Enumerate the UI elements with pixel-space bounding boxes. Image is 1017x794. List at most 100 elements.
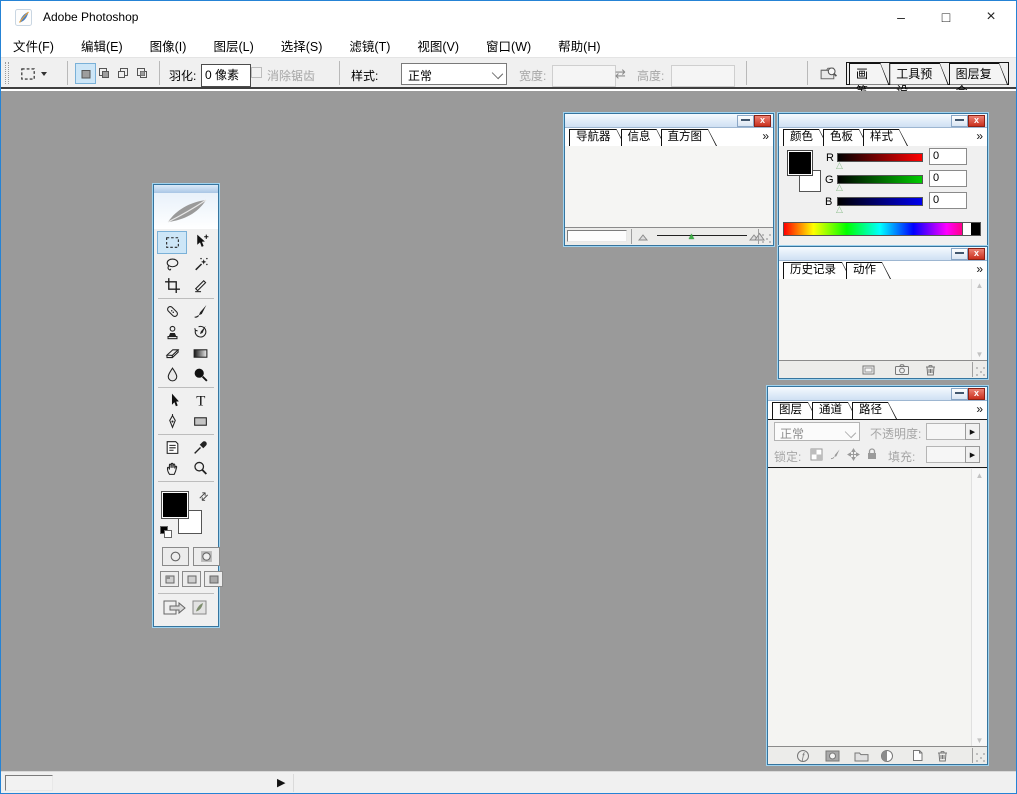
tool-magic-wand[interactable] [186,254,214,275]
new-layer-icon[interactable] [911,749,924,762]
tab-info[interactable]: 信息 [621,129,666,146]
lock-position-move-icon[interactable] [847,448,860,461]
tool-shape-rect[interactable] [186,411,214,432]
resize-grip[interactable] [975,752,985,762]
edit-in-imageready-button[interactable] [162,597,207,617]
tab-navigator[interactable]: 导航器 [569,129,626,146]
delete-trash-icon[interactable] [924,363,937,376]
scroll-down-icon[interactable]: ▼ [972,350,987,359]
lock-transparency-icon[interactable] [810,448,823,461]
red-slider-thumb[interactable]: △ [836,161,843,170]
navigator-title-bar[interactable]: x [565,114,773,128]
history-scrollbar[interactable]: ▲ ▼ [971,279,987,361]
green-slider-thumb[interactable]: △ [836,183,843,192]
title-bar[interactable]: Adobe Photoshop – □ × [1,1,1016,33]
status-zoom-input[interactable] [5,775,53,791]
tool-path-select[interactable] [158,390,186,411]
palette-menu-icon[interactable]: » [976,129,982,143]
menu-edit[interactable]: 编辑(E) [81,36,123,55]
palette-menu-icon[interactable]: » [762,129,768,143]
layers-title-bar[interactable]: x [768,387,987,401]
well-tab-tool-presets[interactable]: 工具预设 [889,63,948,85]
add-layer-mask-icon[interactable] [825,750,840,762]
color-title-bar[interactable]: x [779,114,987,128]
swap-colors-icon[interactable]: ⇄ [196,489,212,505]
layers-scrollbar[interactable]: ▲ ▼ [971,469,987,747]
well-tab-layer-comps[interactable]: 图层复合 [949,63,1008,85]
tool-zoom[interactable] [186,458,214,479]
selection-mode-new-button[interactable] [75,63,96,84]
menu-view[interactable]: 视图(V) [417,36,459,55]
width-input[interactable] [552,65,616,87]
swap-width-height-icon[interactable]: ⇄ [615,66,626,82]
palette-minimize-button[interactable] [737,115,754,127]
tab-layers[interactable]: 图层 [772,402,817,419]
tab-swatches[interactable]: 色板 [823,129,868,146]
style-select[interactable]: 正常 [401,63,507,85]
layer-style-icon[interactable]: ƒ [796,749,810,763]
tool-clone-stamp[interactable] [158,322,186,343]
fill-input[interactable] [926,446,968,463]
scroll-down-icon[interactable]: ▼ [972,736,987,745]
tool-hand[interactable] [158,458,186,479]
tool-notes[interactable] [158,437,186,458]
toolbox-logo-button[interactable] [154,193,218,229]
tool-type[interactable]: T [186,390,214,411]
active-tool-button[interactable] [19,63,57,84]
well-tab-brushes[interactable]: 画笔 [849,63,889,85]
new-adjustment-layer-icon[interactable] [880,749,894,763]
tab-color[interactable]: 颜色 [783,129,828,146]
antialias-checkbox[interactable] [251,67,262,78]
height-input[interactable] [671,65,735,87]
selection-mode-add-button[interactable] [94,63,113,82]
palette-close-button[interactable]: x [754,115,771,127]
selection-mode-subtract-button[interactable] [113,63,132,82]
quickmask-mode-button[interactable] [193,547,220,566]
blend-mode-select[interactable]: 正常 [774,422,860,441]
tab-paths[interactable]: 路径 [852,402,897,419]
tab-histogram[interactable]: 直方图 [661,129,718,146]
menu-select[interactable]: 选择(S) [281,36,323,55]
resize-grip[interactable] [975,366,985,376]
green-slider-track[interactable] [837,175,923,184]
lock-pixels-brush-icon[interactable] [829,448,842,461]
palette-close-button[interactable]: x [968,388,985,400]
zoom-slider-track[interactable] [657,235,747,236]
tool-rect-marquee[interactable] [157,231,187,254]
blue-slider-track[interactable] [837,197,923,206]
tab-history[interactable]: 历史记录 [783,262,851,279]
tool-move[interactable] [187,231,215,252]
tool-crop[interactable] [158,275,186,296]
new-snapshot-camera-icon[interactable] [894,363,910,376]
tab-actions[interactable]: 动作 [846,262,891,279]
palette-minimize-button[interactable] [951,388,968,400]
standard-screen-button[interactable] [160,571,179,587]
tool-gradient[interactable] [186,343,214,364]
palette-close-button[interactable]: x [968,115,985,127]
foreground-color-swatch[interactable] [788,151,812,175]
zoom-slider-thumb[interactable]: ▲ [687,232,696,241]
maximize-button[interactable]: □ [923,1,969,32]
blue-value-input[interactable]: 0 [929,192,967,209]
fullscreen-button[interactable] [204,571,223,587]
menu-layer[interactable]: 图层(L) [213,36,253,55]
file-browser-button[interactable] [815,61,841,86]
close-button[interactable]: × [968,1,1014,32]
delete-trash-icon[interactable] [936,749,949,762]
minimize-button[interactable]: – [878,1,924,32]
lock-all-icon[interactable] [866,447,878,461]
red-slider-track[interactable] [837,153,923,162]
foreground-color-swatch[interactable] [162,492,188,518]
new-group-folder-icon[interactable] [854,750,869,762]
status-menu-arrow-icon[interactable]: ▶ [277,776,285,789]
navigator-zoom-input[interactable] [567,230,627,242]
menu-filter[interactable]: 滤镜(T) [349,36,390,55]
opacity-input[interactable] [926,423,968,440]
scroll-up-icon[interactable]: ▲ [972,471,987,480]
tool-healing-brush[interactable] [158,301,186,322]
history-title-bar[interactable]: x [779,247,987,261]
tab-channels[interactable]: 通道 [812,402,857,419]
green-value-input[interactable]: 0 [929,170,967,187]
menu-image[interactable]: 图像(I) [150,36,187,55]
options-bar-grip[interactable] [5,62,9,84]
